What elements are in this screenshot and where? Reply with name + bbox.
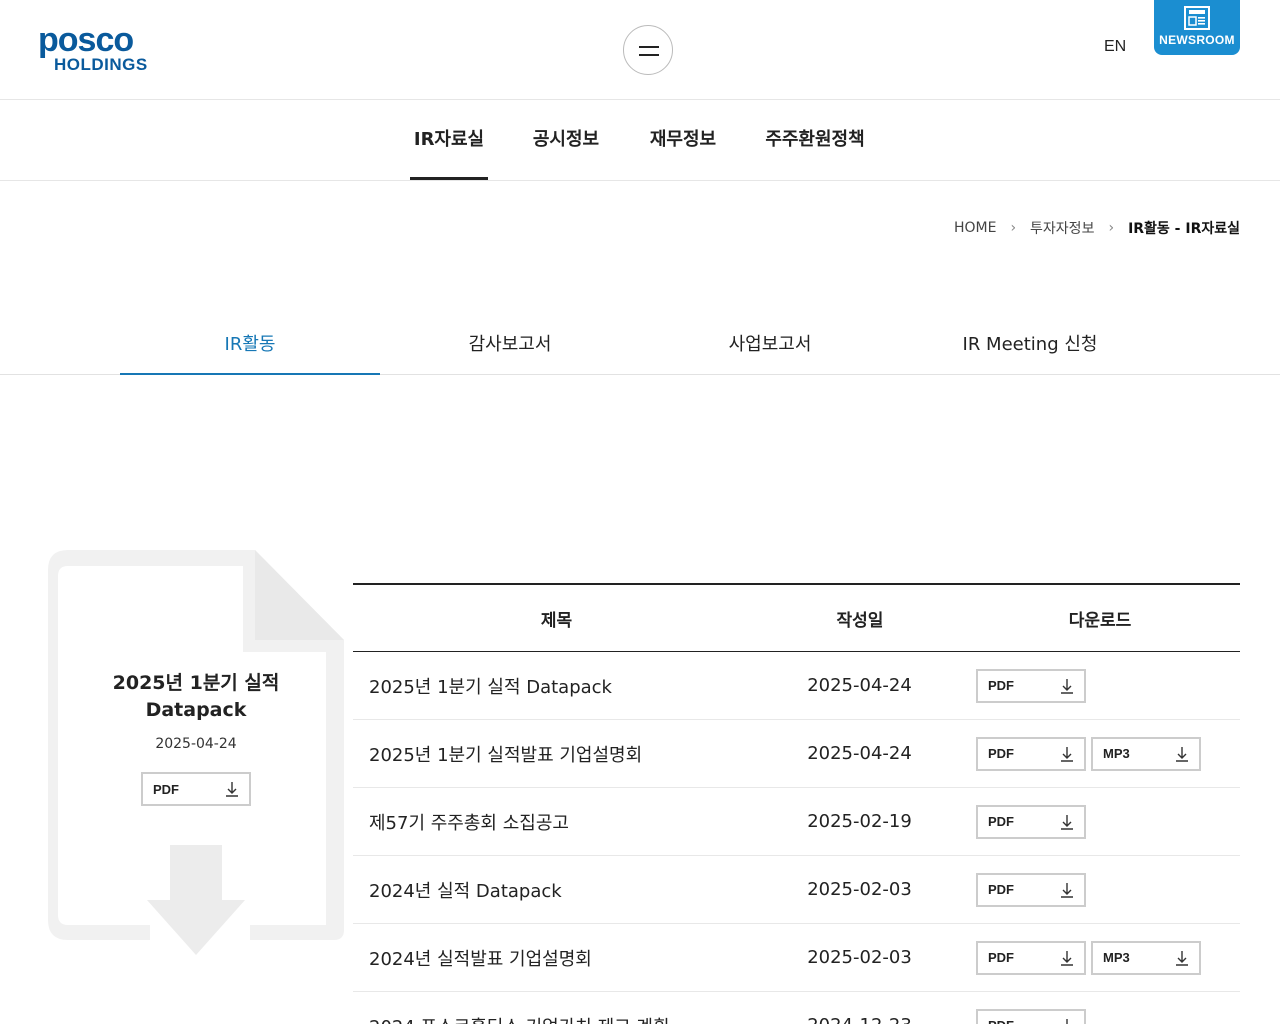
pdf-label: PDF [988,1018,1014,1024]
chevron-right-icon: › [1108,220,1115,236]
featured-title-line1: 2025년 1분기 실적 [112,672,280,694]
download-icon [1176,950,1188,966]
column-header-download: 다운로드 [1068,610,1132,631]
mp3-download-button[interactable]: MP3 [1091,940,1201,975]
row-date: 2025-02-03 [807,947,912,968]
table-row: 2024년 실적 Datapack 2025-02-03 PDF [353,856,1240,924]
pdf-label: PDF [988,678,1014,693]
table-row: 제57기 주주총회 소집공고 2025-02-19 PDF [353,788,1240,856]
newsroom-button[interactable]: NEWSROOM [1154,0,1240,55]
row-date: 2025-02-03 [807,879,912,900]
menu-icon-line [639,46,659,48]
ir-documents-table: 제목 작성일 다운로드 2025년 1분기 실적 Datapack 2025-04… [353,583,1240,1024]
pdf-label: PDF [153,781,179,797]
column-header-title: 제목 [540,610,573,631]
breadcrumb-current: IR활동 - IR자료실 [1128,221,1240,237]
download-icon [1061,814,1073,830]
featured-title-line2: Datapack [145,699,247,721]
logo-wordmark: posco [38,21,134,59]
tab-audit-report[interactable]: 감사보고서 [380,316,640,375]
download-icon [1061,950,1073,966]
newsroom-label: NEWSROOM [1159,33,1235,47]
pdf-label: PDF [988,882,1014,897]
mp3-label: MP3 [1103,950,1130,965]
row-downloads: PDF [976,1008,1240,1024]
row-date: 2025-02-19 [807,811,912,832]
row-date: 2025-04-24 [807,743,912,764]
site-header: posco HOLDINGS EN NEWSROOM [0,0,1280,100]
tab-ir-activity[interactable]: IR활동 [120,316,380,375]
table-row: 2025년 1분기 실적 Datapack 2025-04-24 PDF [353,652,1240,720]
pdf-download-button[interactable]: PDF [976,804,1086,839]
menu-icon-line [639,54,659,56]
pdf-label: PDF [988,950,1014,965]
column-header-date: 작성일 [836,610,884,631]
table-header: 제목 작성일 다운로드 [353,583,1240,652]
breadcrumb: HOME › 투자자정보 › IR활동 - IR자료실 [954,218,1240,238]
mp3-download-button[interactable]: MP3 [1091,736,1201,771]
breadcrumb-home[interactable]: HOME [954,220,996,236]
download-icon [1061,882,1073,898]
row-date: 2025-04-24 [807,675,912,696]
pdf-download-button[interactable]: PDF [976,736,1086,771]
download-icon [1061,746,1073,762]
download-icon [1066,1018,1068,1024]
hamburger-menu-button[interactable] [623,25,673,75]
row-title[interactable]: 2024년 실적 Datapack [353,877,743,903]
pdf-download-button[interactable]: PDF [976,940,1086,975]
newspaper-icon [1184,6,1210,30]
row-downloads: PDF [976,872,1240,907]
language-toggle-en[interactable]: EN [1104,38,1126,56]
logo-subtext: HOLDINGS [54,55,148,74]
chevron-right-icon: › [1010,220,1017,236]
table-row: 2024년 실적발표 기업설명회 2025-02-03 PDF MP3 [353,924,1240,992]
tab-ir-meeting-request[interactable]: IR Meeting 신청 [900,316,1160,375]
download-icon [1061,678,1073,694]
pdf-label: PDF [988,746,1014,761]
tab-business-report[interactable]: 사업보고서 [640,316,900,375]
section-nav-financial[interactable]: 재무정보 [645,100,721,180]
row-title[interactable]: 제57기 주주총회 소집공고 [353,809,743,835]
section-nav-shareholder-return[interactable]: 주주환원정책 [762,100,868,180]
featured-document-date: 2025-04-24 [155,736,237,752]
table-row: 2025년 1분기 실적발표 기업설명회 2025-04-24 PDF MP3 [353,720,1240,788]
row-downloads: PDF [976,804,1240,839]
row-title[interactable]: 2024 포스코홀딩스 기업가치 제고 계획 [353,1013,743,1024]
pdf-download-button[interactable]: PDF [976,872,1086,907]
row-downloads: PDF MP3 [976,940,1240,975]
section-nav-ir-library[interactable]: IR자료실 [410,100,488,180]
posco-holdings-logo[interactable]: posco HOLDINGS [38,21,148,74]
row-downloads: PDF [976,668,1240,703]
section-nav-disclosure[interactable]: 공시정보 [528,100,604,180]
download-icon [226,782,238,797]
section-nav: IR자료실 공시정보 재무정보 주주환원정책 [0,100,1280,181]
download-icon [1176,746,1188,762]
breadcrumb-investor-info[interactable]: 투자자정보 [1030,218,1094,238]
row-date: 2024-12-23 [743,1015,976,1024]
content-tabs: IR활동 감사보고서 사업보고서 IR Meeting 신청 [0,316,1280,375]
row-title[interactable]: 2025년 1분기 실적발표 기업설명회 [353,741,743,767]
table-row: 2024 포스코홀딩스 기업가치 제고 계획2024-12-23 PDF [353,992,1240,1024]
pdf-download-button[interactable]: PDF [976,1008,1086,1024]
mp3-label: MP3 [1103,746,1130,761]
row-title[interactable]: 2025년 1분기 실적 Datapack [353,673,743,699]
featured-pdf-download-button[interactable]: PDF [141,772,251,806]
pdf-download-button[interactable]: PDF [976,668,1086,703]
featured-document-title: 2025년 1분기 실적 Datapack [56,670,336,724]
row-downloads: PDF MP3 [976,736,1240,771]
row-title[interactable]: 2024년 실적발표 기업설명회 [353,945,743,971]
pdf-label: PDF [988,814,1014,829]
